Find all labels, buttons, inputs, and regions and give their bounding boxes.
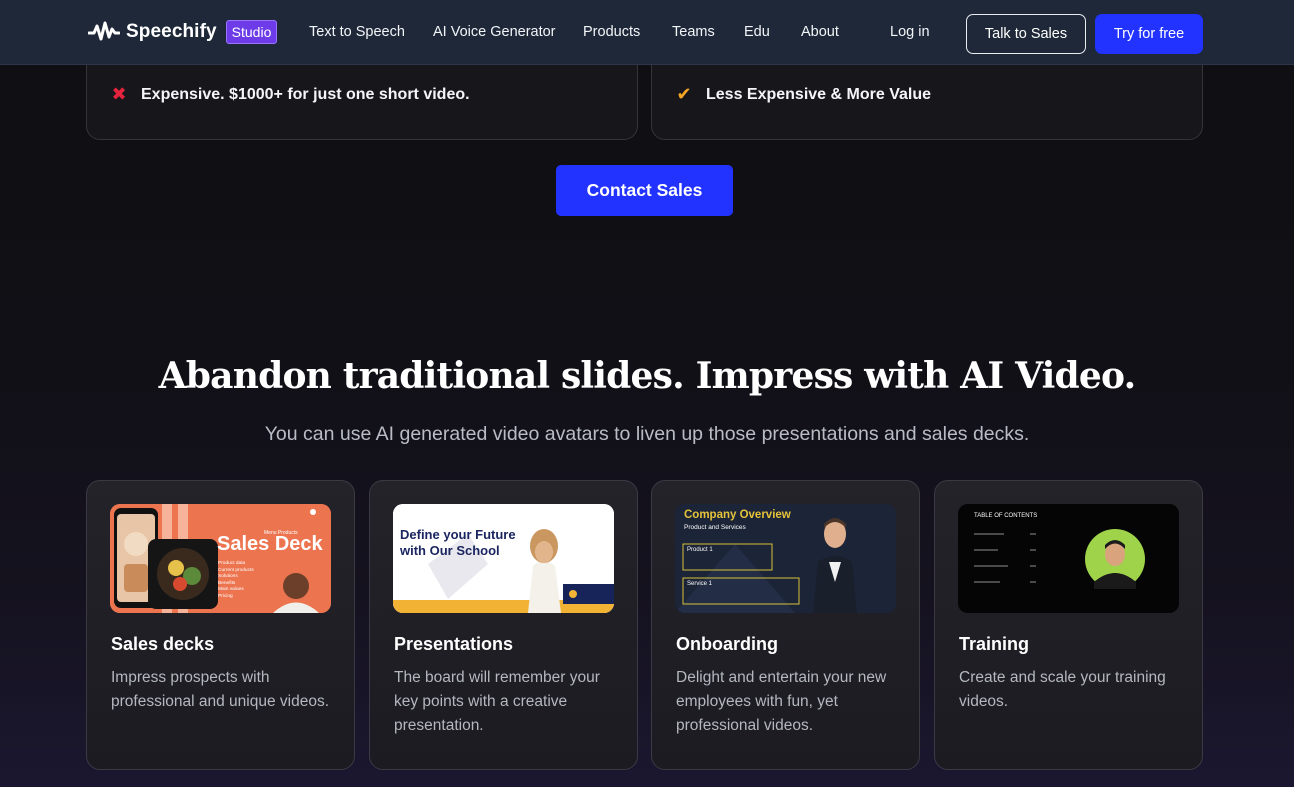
nav-link-about[interactable]: About [801,24,839,40]
card-title: Training [959,634,1030,654]
card-title: Presentations [394,634,514,654]
thumb-bullet: Solutions [218,574,238,580]
card-title: Onboarding [676,634,778,654]
thumb-box-label: Product 1 [687,547,713,553]
compare-text: Less Expensive & More Value [706,85,931,103]
x-mark-icon: ✖ [111,84,127,104]
nav-link-ai-voice-generator[interactable]: AI Voice Generator [433,24,556,40]
onboarding-thumbnail: Company Overview Product and Services Pr… [675,504,896,613]
use-case-card-onboarding[interactable]: Company Overview Product and Services Pr… [651,480,920,770]
thumb-heading: TABLE OF CONTENTS [974,513,1038,519]
card-description: The board will remember your key points … [394,669,600,734]
section-headline: Abandon traditional slides. Impress with… [158,355,1136,397]
compare-row: ✖ Expensive. $1000+ for just one short v… [109,84,470,105]
card-title: Sales decks [111,634,215,654]
card-description: Delight and entertain your new employees… [676,669,887,734]
top-navigation: Speechify Studio Text to Speech AI Voice… [0,0,1294,65]
nav-link-products[interactable]: Products [583,24,640,40]
card-description: Create and scale your training videos. [959,669,1166,710]
training-artwork [958,504,1179,613]
thumb-heading: Company Overview [684,509,791,521]
nav-link-teams[interactable]: Teams [672,24,715,40]
nav-link-text-to-speech[interactable]: Text to Speech [309,24,405,40]
checkmark-icon: ✔ [676,84,692,104]
talk-to-sales-button[interactable]: Talk to Sales [966,14,1086,54]
login-link[interactable]: Log in [890,24,930,40]
sales-deck-thumbnail: Menu Products Sales Deck Product data Cu… [110,504,331,613]
use-case-card-presentations[interactable]: Define your Future with Our School Prese… [369,480,638,770]
presentation-thumbnail: Define your Future with Our School [393,504,614,613]
thumb-bullet-list: Product data Current products Solutions … [218,561,254,601]
thumb-bullet: Main values [218,587,244,593]
card-description: Impress prospects with professional and … [111,669,330,710]
try-for-free-button[interactable]: Try for free [1095,14,1203,54]
studio-badge: Studio [225,20,278,44]
nav-link-edu[interactable]: Edu [744,24,770,40]
training-thumbnail: TABLE OF CONTENTS [958,504,1179,613]
brand-name: Speechify [126,21,217,42]
thumb-box-label: Service 1 [687,581,713,587]
thumb-bullet: Pricing [218,593,233,599]
thumb-heading: Sales Deck [217,533,323,555]
thumb-heading: Define your Future with Our School [400,527,516,558]
compare-row: ✔ Less Expensive & More Value [674,84,931,105]
section-subheadline: You can use AI generated video avatars t… [264,423,1030,445]
soundwave-logo-icon [88,21,120,41]
contact-sales-button[interactable]: Contact Sales [556,165,733,216]
thumb-subheading: Product and Services [684,524,746,531]
use-case-card-sales-decks[interactable]: Menu Products Sales Deck Product data Cu… [86,480,355,770]
compare-text: Expensive. $1000+ for just one short vid… [141,85,470,103]
brand-logo[interactable]: Speechify Studio [88,20,278,44]
use-case-card-training[interactable]: TABLE OF CONTENTS Training Create and sc… [934,480,1203,770]
thumb-bullet: Product data [218,561,246,566]
